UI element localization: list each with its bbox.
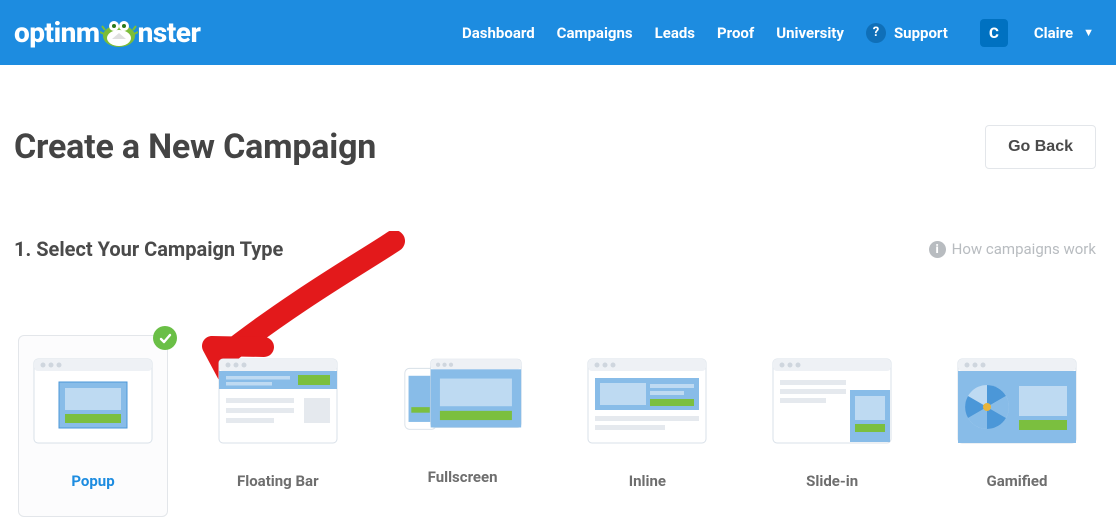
campaign-type-inline[interactable]: Inline [572,335,722,517]
support-link[interactable]: ? Support [866,23,948,43]
page-title: Create a New Campaign [14,127,376,167]
step-row: 1. Select Your Campaign Type i How campa… [14,237,1096,261]
card-label: Slide-in [806,472,858,490]
help-icon: ? [866,23,886,43]
campaign-type-fullscreen[interactable]: Fullscreen [388,335,538,517]
campaign-type-list: Popup Floating Bar [14,335,1096,517]
slide-in-thumbnail [772,358,892,444]
nav-proof[interactable]: Proof [717,24,754,42]
username: Claire [1034,24,1073,42]
brand-logo[interactable]: optinm nster [14,16,200,49]
top-nav: Dashboard Campaigns Leads Proof Universi… [462,19,1094,47]
card-label: Floating Bar [237,472,319,490]
info-icon: i [929,241,946,258]
hint-text: How campaigns work [952,240,1096,258]
card-label: Inline [629,472,666,490]
brand-text-2: nster [138,16,201,49]
check-icon [153,326,177,350]
header: optinm nster Dashboard Campaigns Leads P… [0,0,1116,65]
inline-thumbnail [587,358,707,444]
nav-university[interactable]: University [776,24,844,42]
campaign-type-popup[interactable]: Popup [18,335,168,517]
campaign-type-slide-in[interactable]: Slide-in [757,335,907,517]
step-label: 1. Select Your Campaign Type [14,237,283,261]
nav-leads[interactable]: Leads [655,24,695,42]
campaign-type-gamified[interactable]: Gamified [942,335,1092,517]
support-label: Support [894,24,948,42]
floating-bar-thumbnail [218,358,338,444]
user-menu[interactable]: Claire ▼ [1034,24,1094,42]
main: Create a New Campaign Go Back 1. Select … [0,65,1116,527]
chevron-down-icon: ▼ [1083,26,1094,39]
how-campaigns-work-link[interactable]: i How campaigns work [929,240,1096,258]
card-label: Fullscreen [428,468,498,486]
fullscreen-thumbnail [403,354,523,440]
popup-thumbnail [33,358,153,444]
nav-dashboard[interactable]: Dashboard [462,24,535,42]
avatar[interactable]: C [980,19,1008,47]
card-label: Popup [71,472,114,490]
campaign-type-floating-bar[interactable]: Floating Bar [203,335,353,517]
card-label: Gamified [987,472,1048,490]
nav-campaigns[interactable]: Campaigns [557,24,633,42]
go-back-button[interactable]: Go Back [985,125,1096,169]
title-row: Create a New Campaign Go Back [14,125,1096,169]
gamified-thumbnail [957,358,1077,444]
monster-icon [100,16,138,48]
brand-text-1: optinm [14,16,100,49]
